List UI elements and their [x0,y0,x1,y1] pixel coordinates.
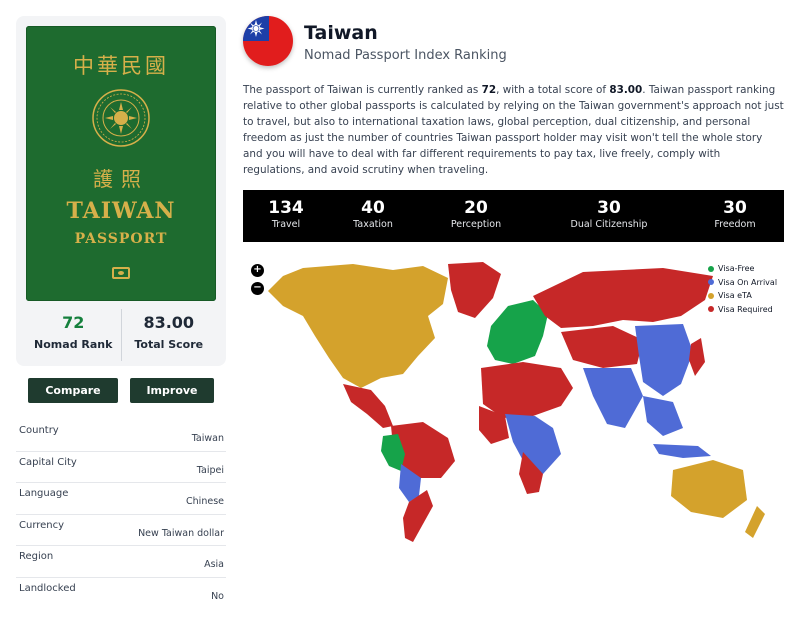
zoom-out-button[interactable]: − [251,282,264,295]
map-southeast-asia [643,396,683,436]
description-text: The passport of Taiwan is currently rank… [243,84,482,96]
info-row-currency: Currency New Taiwan dollar [16,515,226,546]
legend-dot-icon [708,279,714,286]
map-north-africa [481,362,573,418]
page-title: Taiwan [304,22,378,44]
legend-visa-eta: Visa eTA [708,289,777,303]
legend-label: Visa eTA [718,291,752,301]
map-russia [533,268,713,328]
info-value: Asia [204,559,224,570]
info-value: Taipei [196,464,224,476]
score-label: Travel [271,219,301,230]
passport-label: PASSPORT [74,231,168,247]
score-dual-citizenship: 30 Dual Citizenship [564,198,654,230]
action-buttons: Compare Improve [16,378,226,403]
legend-label: Visa Required [718,304,773,314]
left-panel: 中華民國 護照 TAIWAN PASSPORT 72 Nomad Rank 83… [16,16,226,609]
country-info-table: Country Taiwan Capital City Taipei Langu… [16,420,226,609]
info-row-language: Language Chinese [16,483,226,515]
compare-button[interactable]: Compare [28,378,118,403]
zoom-in-button[interactable]: + [251,264,264,277]
improve-button[interactable]: Improve [130,378,214,403]
rank-score-summary: 72 Nomad Rank 83.00 Total Score [26,309,216,361]
score-freedom: 30 Freedom [705,198,765,230]
passport-chinese-subtitle: 護照 [93,167,149,191]
legend-visa-required: Visa Required [708,303,777,317]
map-central-america [343,384,393,428]
map-europe [487,300,548,364]
info-row-country: Country Taiwan [16,420,226,452]
info-value: Chinese [186,496,224,507]
info-value: Taiwan [191,433,224,444]
score-breakdown-bar: 134 Travel 40 Taxation 20 Perception 30 … [243,190,784,242]
total-score: 83.00 Total Score [120,309,217,361]
description-text: . Taiwan passport ranking relative to ot… [243,84,784,177]
info-key: Capital City [19,456,77,468]
map-legend: Visa-Free Visa On Arrival Visa eTA Visa … [708,262,777,316]
visa-world-map[interactable]: + − [243,256,784,546]
info-key: Region [19,551,54,562]
legend-dot-icon [708,306,714,313]
map-new-zealand [745,506,765,538]
info-value: No [211,590,224,602]
legend-visa-on-arrival: Visa On Arrival [708,276,777,290]
score-perception: 20 Perception [443,198,509,230]
score-label: Freedom [714,219,756,230]
nomad-rank: 72 Nomad Rank [26,309,121,361]
total-score-value: 83.00 [143,313,195,332]
map-australia [671,460,747,518]
map-greenland [448,262,501,318]
score-value: 30 [597,198,621,218]
national-emblem-icon [92,89,150,147]
score-value: 134 [268,198,304,218]
legend-visa-free: Visa-Free [708,262,777,276]
legend-label: Visa-Free [718,264,755,274]
taiwan-flag-icon [243,16,293,66]
info-key: Landlocked [19,582,76,594]
passport-chinese-title: 中華民國 [73,54,169,78]
map-north-america [268,264,448,388]
score-value: 20 [464,198,488,218]
passport-country-name: TAIWAN [66,198,176,224]
info-row-capital: Capital City Taipei [16,452,226,483]
nomad-rank-label: Nomad Rank [34,338,113,351]
page-subtitle: Nomad Passport Index Ranking [304,48,507,63]
map-south-asia [583,368,643,428]
score-value: 40 [361,198,385,218]
legend-label: Visa On Arrival [718,277,778,287]
score-value: 30 [723,198,747,218]
score-taxation: 40 Taxation [347,198,399,230]
score-travel: 134 Travel [260,198,312,230]
description-score: 83.00 [609,84,643,96]
nomad-rank-value: 72 [62,313,85,332]
info-key: Language [19,488,69,499]
score-label: Perception [450,219,502,230]
info-row-landlocked: Landlocked No [16,578,226,610]
info-key: Country [19,425,59,436]
map-east-asia [635,324,693,396]
info-value: New Taiwan dollar [138,527,224,539]
score-label: Taxation [353,219,393,230]
legend-dot-icon [708,265,714,272]
biometric-chip-icon [112,267,130,279]
passport-cover-image: 中華民國 護照 TAIWAN PASSPORT [26,26,216,301]
description-rank: 72 [481,84,497,96]
map-japan [689,338,705,376]
map-central-asia [561,326,643,368]
score-label: Dual Citizenship [570,219,648,230]
description-text: , with a total score of [496,84,610,96]
map-indonesia [653,444,711,458]
legend-dot-icon [708,292,714,299]
total-score-label: Total Score [134,338,204,351]
ranking-description: The passport of Taiwan is currently rank… [243,82,785,179]
passport-card: 中華民國 護照 TAIWAN PASSPORT 72 Nomad Rank 83… [16,16,226,366]
info-row-region: Region Asia [16,546,226,578]
info-key: Currency [19,519,65,531]
